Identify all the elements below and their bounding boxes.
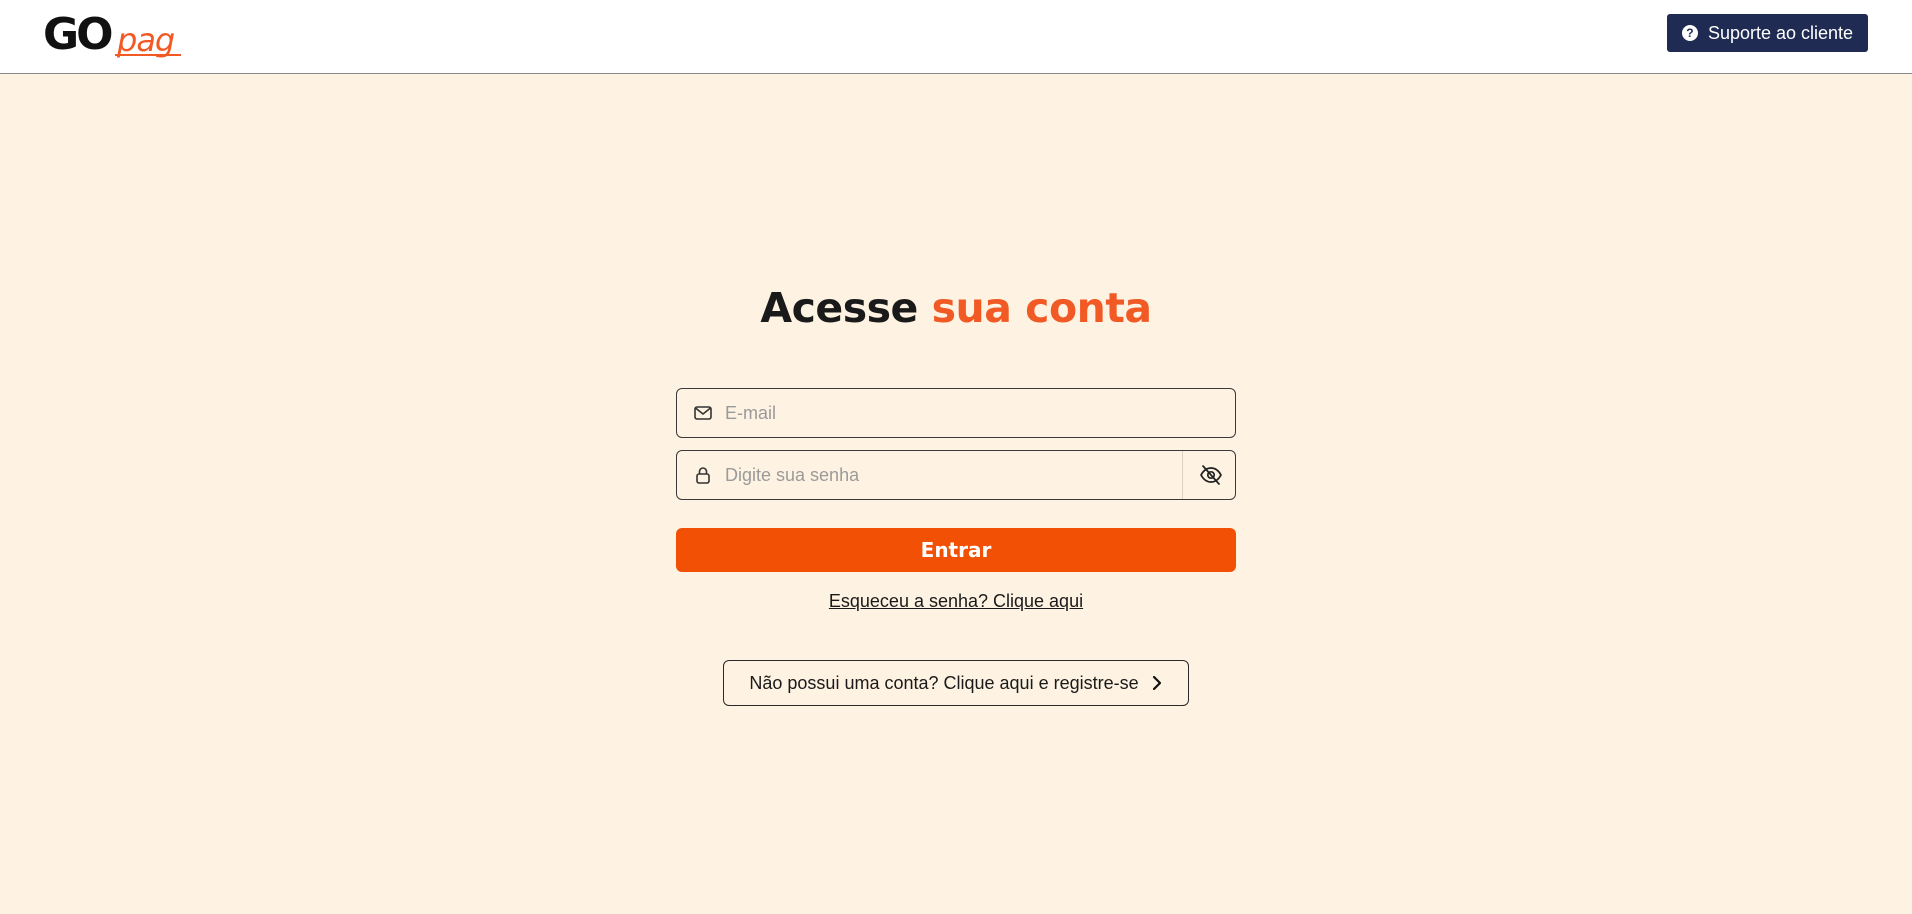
page-title: Acesse sua conta — [0, 282, 1912, 334]
question-circle-icon: ? — [1681, 25, 1698, 41]
login-submit-button[interactable]: Entrar — [676, 528, 1236, 572]
customer-support-button[interactable]: ? Suporte ao cliente — [1667, 14, 1868, 52]
register-button[interactable]: Não possui uma conta? Clique aqui e regi… — [723, 660, 1189, 706]
logo-go-text: GO — [43, 9, 114, 60]
register-button-label: Não possui uma conta? Clique aqui e regi… — [749, 672, 1139, 693]
forgot-password-link[interactable]: Esqueceu a senha? Clique aqui — [829, 591, 1083, 611]
page-title-accent: sua conta — [931, 284, 1152, 332]
chevron-right-icon — [1152, 675, 1161, 691]
email-field[interactable] — [676, 388, 1236, 438]
page-title-main: Acesse — [760, 284, 918, 332]
eye-off-icon[interactable] — [1199, 464, 1223, 486]
email-input[interactable] — [725, 389, 1165, 437]
lock-icon — [696, 467, 710, 484]
logo-underline — [115, 54, 181, 56]
gopag-logo[interactable]: GO pag — [43, 10, 185, 60]
mail-icon — [694, 406, 712, 420]
forgot-password-link-wrapper: Esqueceu a senha? Clique aqui — [0, 589, 1912, 613]
customer-support-label: Suporte ao cliente — [1707, 22, 1854, 43]
password-input[interactable] — [725, 451, 1165, 499]
password-field[interactable] — [676, 450, 1236, 500]
password-toggle-divider — [1182, 451, 1183, 499]
top-header: GO pag ? Suporte ao cliente — [0, 0, 1912, 74]
